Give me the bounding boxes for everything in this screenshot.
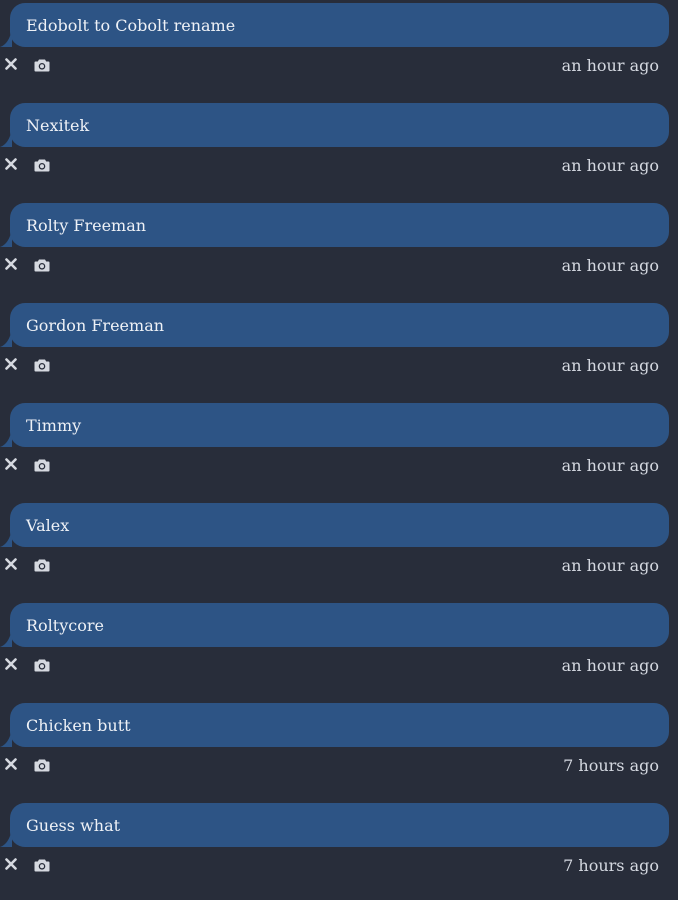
message-text: Guess what xyxy=(26,815,121,835)
message-timestamp: 7 hours ago xyxy=(563,756,659,775)
message-bubble: Rolty Freeman xyxy=(10,203,669,247)
message-entry: Roltycore an hour ago xyxy=(0,600,678,700)
message-timestamp: an hour ago xyxy=(561,456,659,475)
delete-button[interactable] xyxy=(2,655,20,673)
message-entry: Valex an hour ago xyxy=(0,500,678,600)
message-meta: an hour ago xyxy=(0,653,678,679)
message-meta: 7 hours ago xyxy=(0,753,678,779)
screenshot-button[interactable] xyxy=(32,756,52,774)
screenshot-button[interactable] xyxy=(32,656,52,674)
camera-icon xyxy=(34,859,50,872)
message-feed: Edobolt to Cobolt rename an hour ago Nex xyxy=(0,0,678,900)
message-timestamp: an hour ago xyxy=(561,356,659,375)
message-timestamp: an hour ago xyxy=(561,156,659,175)
close-icon xyxy=(5,58,17,70)
close-icon xyxy=(5,558,17,570)
message-timestamp: an hour ago xyxy=(561,656,659,675)
delete-button[interactable] xyxy=(2,55,20,73)
screenshot-button[interactable] xyxy=(32,356,52,374)
close-icon xyxy=(5,858,17,870)
camera-icon xyxy=(34,159,50,172)
delete-button[interactable] xyxy=(2,355,20,373)
message-meta: an hour ago xyxy=(0,53,678,79)
camera-icon xyxy=(34,759,50,772)
delete-button[interactable] xyxy=(2,555,20,573)
message-entry: Chicken butt 7 hours ago xyxy=(0,700,678,800)
camera-icon xyxy=(34,59,50,72)
screenshot-button[interactable] xyxy=(32,56,52,74)
delete-button[interactable] xyxy=(2,455,20,473)
message-text: Roltycore xyxy=(26,615,104,635)
message-timestamp: an hour ago xyxy=(561,556,659,575)
message-entry: Rolty Freeman an hour ago xyxy=(0,200,678,300)
camera-icon xyxy=(34,259,50,272)
delete-button[interactable] xyxy=(2,755,20,773)
camera-icon xyxy=(34,559,50,572)
delete-button[interactable] xyxy=(2,255,20,273)
message-bubble: Edobolt to Cobolt rename xyxy=(10,3,669,47)
message-entry: Guess what 7 hours ago xyxy=(0,800,678,900)
screenshot-button[interactable] xyxy=(32,156,52,174)
message-bubble: Guess what xyxy=(10,803,669,847)
message-text: Gordon Freeman xyxy=(26,315,165,335)
message-meta: an hour ago xyxy=(0,553,678,579)
screenshot-button[interactable] xyxy=(32,856,52,874)
camera-icon xyxy=(34,659,50,672)
message-bubble: Gordon Freeman xyxy=(10,303,669,347)
message-meta: an hour ago xyxy=(0,453,678,479)
delete-button[interactable] xyxy=(2,855,20,873)
message-text: Rolty Freeman xyxy=(26,215,147,235)
message-meta: an hour ago xyxy=(0,153,678,179)
message-bubble: Roltycore xyxy=(10,603,669,647)
message-bubble: Timmy xyxy=(10,403,669,447)
message-entry: Nexitek an hour ago xyxy=(0,100,678,200)
message-entry: Edobolt to Cobolt rename an hour ago xyxy=(0,0,678,100)
close-icon xyxy=(5,458,17,470)
message-bubble: Valex xyxy=(10,503,669,547)
close-icon xyxy=(5,358,17,370)
message-entry: Timmy an hour ago xyxy=(0,400,678,500)
close-icon xyxy=(5,758,17,770)
camera-icon xyxy=(34,359,50,372)
delete-button[interactable] xyxy=(2,155,20,173)
message-text: Nexitek xyxy=(26,115,90,135)
message-meta: an hour ago xyxy=(0,253,678,279)
message-text: Edobolt to Cobolt rename xyxy=(26,15,236,35)
screenshot-button[interactable] xyxy=(32,256,52,274)
close-icon xyxy=(5,258,17,270)
message-meta: 7 hours ago xyxy=(0,853,678,879)
message-meta: an hour ago xyxy=(0,353,678,379)
message-text: Valex xyxy=(26,515,70,535)
message-text: Timmy xyxy=(26,415,82,435)
screenshot-button[interactable] xyxy=(32,556,52,574)
message-bubble: Nexitek xyxy=(10,103,669,147)
message-timestamp: 7 hours ago xyxy=(563,856,659,875)
message-bubble: Chicken butt xyxy=(10,703,669,747)
close-icon xyxy=(5,158,17,170)
message-timestamp: an hour ago xyxy=(561,56,659,75)
message-timestamp: an hour ago xyxy=(561,256,659,275)
message-entry: Gordon Freeman an hour ago xyxy=(0,300,678,400)
message-text: Chicken butt xyxy=(26,715,131,735)
camera-icon xyxy=(34,459,50,472)
close-icon xyxy=(5,658,17,670)
screenshot-button[interactable] xyxy=(32,456,52,474)
